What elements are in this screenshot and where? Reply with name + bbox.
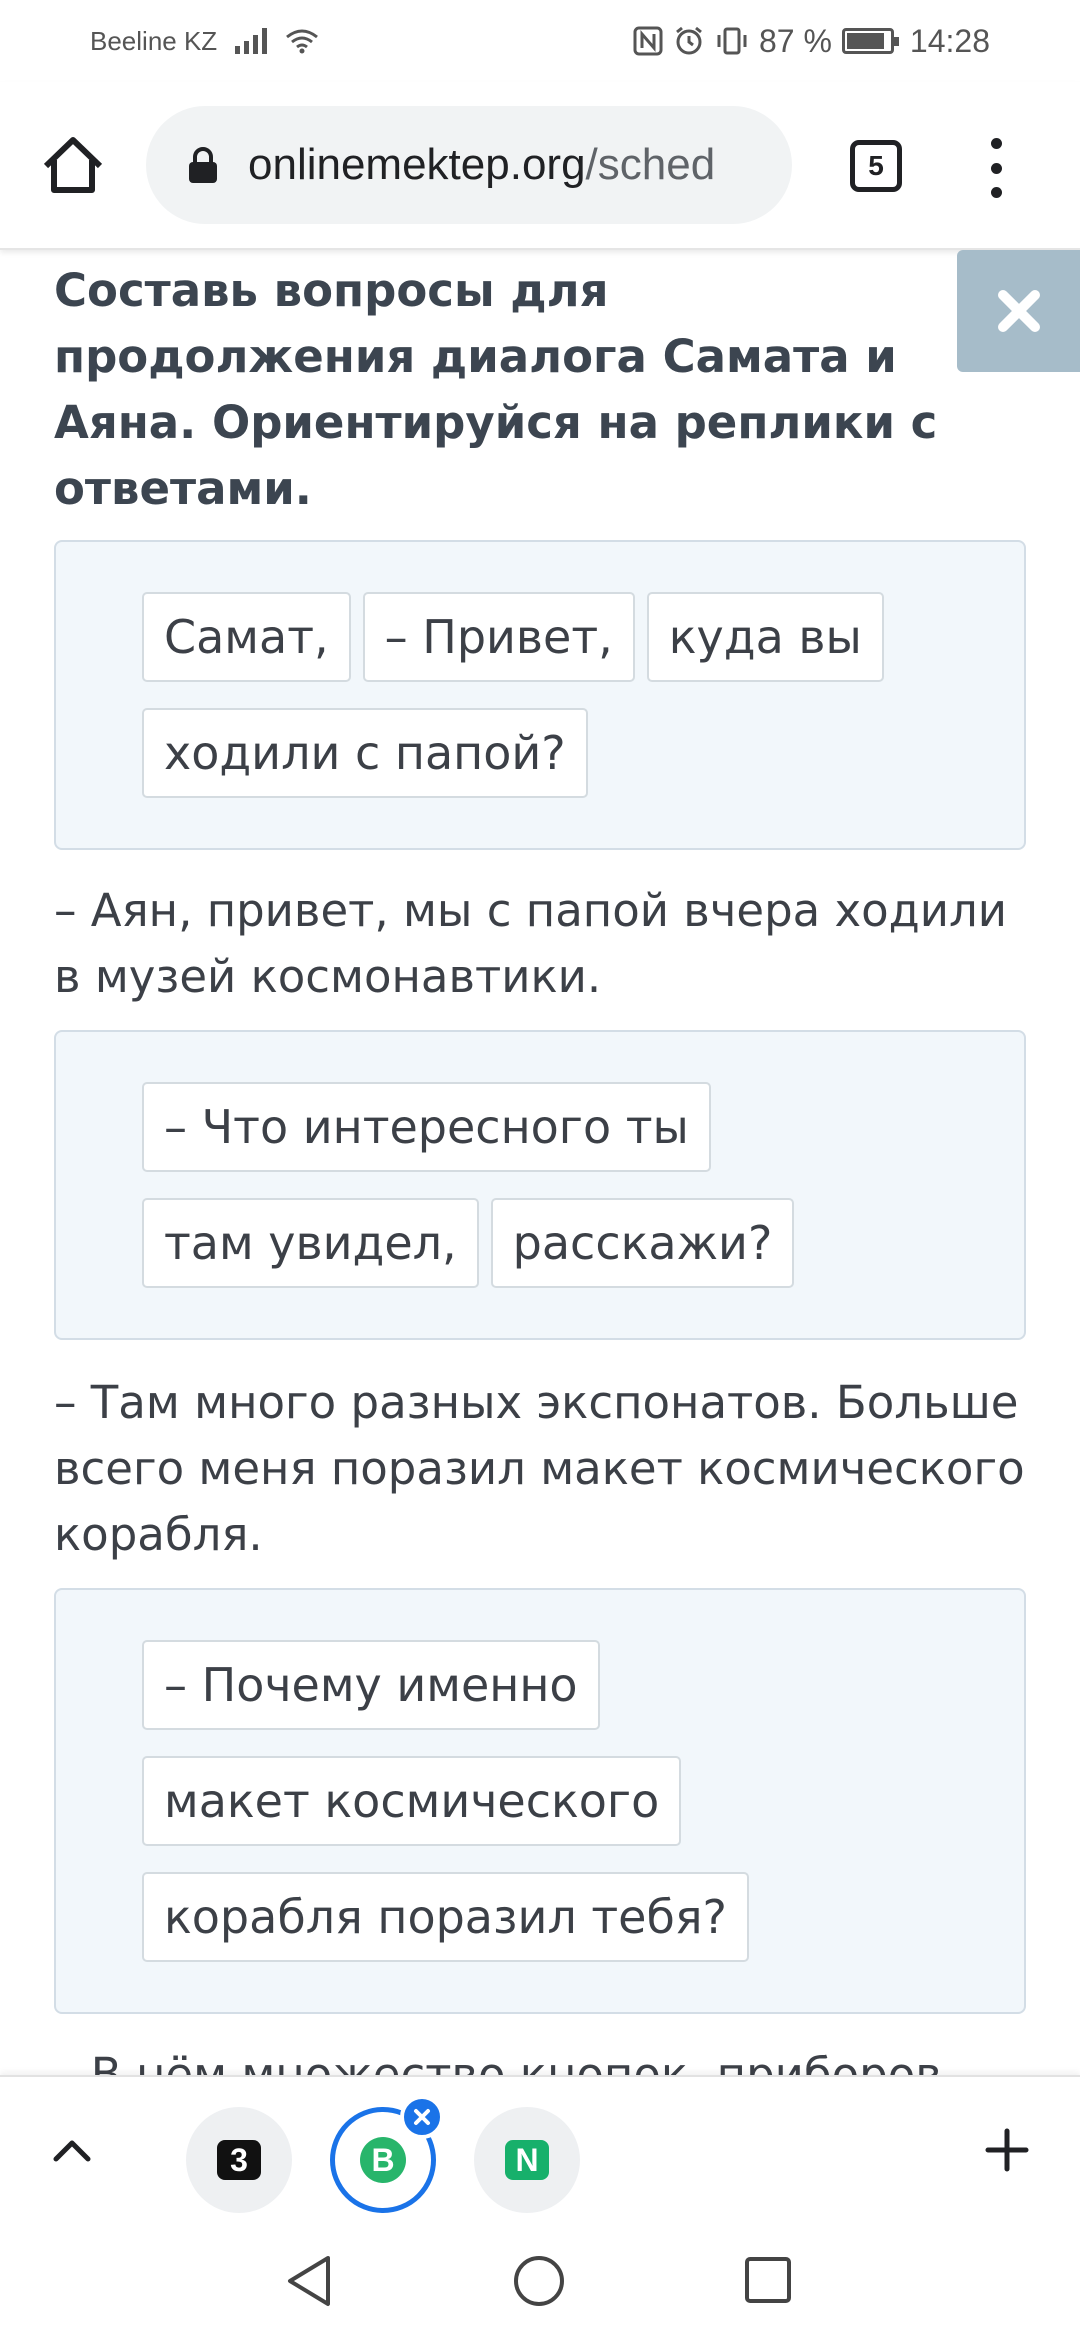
url-text: onlinemektep.org/sched	[248, 140, 715, 190]
word-chip[interactable]: корабля поразил тебя?	[142, 1872, 749, 1962]
tab-switcher-button[interactable]: 5	[850, 140, 902, 192]
word-chip[interactable]: макет космического	[142, 1756, 682, 1846]
tab-thumbnail[interactable]: N	[474, 2107, 580, 2213]
word-chip[interactable]: расскажи?	[490, 1198, 795, 1288]
tab-group-bar: 3 B N	[0, 2075, 1080, 2223]
recents-icon[interactable]	[744, 2256, 792, 2304]
chip-list: Самат, – Привет, куда вы ходили с папой?	[142, 592, 922, 824]
close-tab-icon[interactable]	[400, 2095, 444, 2139]
home-icon[interactable]	[40, 132, 106, 198]
site-favicon: B	[360, 2137, 406, 2183]
answer-box-2[interactable]: – Что интересного ты там увидел, расскаж…	[54, 1030, 1026, 1340]
back-icon[interactable]	[284, 2253, 334, 2309]
status-right: 87 % 14:28	[633, 23, 990, 60]
address-bar[interactable]: onlinemektep.org/sched	[146, 106, 792, 224]
tab-thumbnail[interactable]: 3	[186, 2107, 292, 2213]
word-chip[interactable]: – Почему именно	[142, 1640, 600, 1730]
word-chip[interactable]: куда вы	[646, 592, 884, 682]
site-favicon: N	[505, 2140, 549, 2180]
close-icon	[997, 290, 1040, 332]
answer-box-3[interactable]: – Почему именно макет космического кораб…	[54, 1588, 1026, 2014]
chip-list: – Почему именно макет космического кораб…	[142, 1640, 922, 1988]
word-chip[interactable]: ходили с папой?	[142, 708, 588, 798]
chevron-up-icon[interactable]	[50, 2129, 94, 2173]
new-tab-icon[interactable]	[984, 2127, 1030, 2173]
browser-toolbar: onlinemektep.org/sched 5	[0, 82, 1080, 250]
signal-icon	[235, 28, 268, 54]
wifi-icon	[286, 29, 319, 54]
lock-icon	[189, 147, 217, 183]
overflow-menu-icon[interactable]	[985, 138, 1007, 198]
chip-list: – Что интересного ты там увидел, расскаж…	[142, 1082, 922, 1314]
battery-icon	[841, 28, 899, 54]
url-domain: onlinemektep.org	[248, 140, 586, 189]
site-favicon: 3	[217, 2140, 261, 2180]
lesson-content: Составь вопросы для продолжения диалога …	[0, 250, 1080, 2075]
favicon-letter: N	[515, 2141, 539, 2178]
word-chip[interactable]: – Привет,	[362, 592, 635, 682]
favicon-letter: B	[371, 2141, 395, 2178]
vibrate-icon	[717, 27, 747, 55]
favicon-letter: 3	[230, 2141, 248, 2178]
nfc-icon	[633, 26, 663, 56]
status-left: Beeline KZ	[90, 26, 319, 57]
status-bar: Beeline KZ 87 % 14:28	[0, 0, 1080, 82]
task-title: Составь вопросы для продолжения диалога …	[54, 264, 938, 515]
word-chip[interactable]: там увидел,	[142, 1198, 479, 1288]
tab-count: 5	[868, 150, 884, 181]
battery-percent: 87 %	[758, 22, 832, 59]
alarm-icon	[676, 26, 702, 55]
system-nav-bar	[0, 2223, 1080, 2340]
word-chip[interactable]: – Что интересного ты	[142, 1082, 711, 1172]
clock: 14:28	[909, 22, 990, 59]
url-path: /sched	[585, 140, 716, 189]
word-chip[interactable]: Самат,	[142, 592, 351, 682]
reply-text: – Там много разных экспонатов. Больше вс…	[54, 1376, 1025, 1561]
home-nav-icon[interactable]	[512, 2254, 566, 2308]
reply-text: – Аян, привет, мы с папой вчера ходили в…	[54, 884, 1008, 1003]
reply-text: – В нём множество кнопок, приборов	[54, 2048, 942, 2075]
answer-box-1[interactable]: Самат, – Привет, куда вы ходили с папой?	[54, 540, 1026, 850]
carrier-name: Beeline KZ	[90, 25, 218, 56]
close-button[interactable]	[957, 250, 1080, 372]
